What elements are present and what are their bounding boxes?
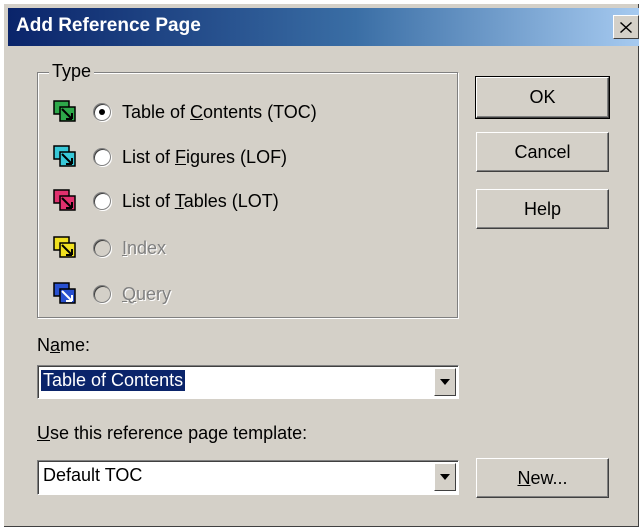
- name-dropdown-button[interactable]: [434, 368, 456, 396]
- name-combobox[interactable]: Table of Contents: [37, 365, 459, 399]
- radio-row-lof[interactable]: List of Figures (LOF): [53, 142, 287, 172]
- help-button[interactable]: Help: [476, 189, 609, 229]
- radio-label-query: Query: [122, 283, 172, 304]
- lot-icon: [53, 189, 76, 211]
- radio-index: [93, 239, 111, 257]
- lof-icon: [53, 145, 76, 167]
- close-icon: [620, 21, 632, 33]
- radio-query: [93, 285, 111, 303]
- close-button[interactable]: [613, 15, 639, 39]
- cancel-button[interactable]: Cancel: [476, 132, 609, 172]
- radio-label-lot: List of Tables (LOT): [122, 190, 279, 211]
- radio-row-query: Query: [53, 279, 171, 309]
- radio-row-lot[interactable]: List of Tables (LOT): [53, 186, 279, 216]
- query-icon: [53, 282, 76, 304]
- radio-row-index: Index: [53, 233, 166, 263]
- template-value[interactable]: Default TOC: [43, 465, 142, 486]
- title-bar: Add Reference Page: [8, 8, 639, 46]
- name-label: Name:: [37, 335, 91, 355]
- radio-toc[interactable]: [93, 103, 111, 121]
- template-dropdown-button[interactable]: [434, 463, 456, 491]
- radio-lof[interactable]: [93, 148, 111, 166]
- name-value[interactable]: Table of Contents: [41, 370, 186, 391]
- radio-label-index: Index: [122, 237, 167, 258]
- radio-label-lof: List of Figures (LOF): [122, 146, 288, 167]
- type-group-label: Type: [49, 61, 95, 82]
- window-title: Add Reference Page: [16, 15, 201, 36]
- new-button[interactable]: New...: [476, 458, 609, 498]
- index-icon: [53, 236, 76, 258]
- template-combobox[interactable]: Default TOC: [37, 460, 459, 495]
- toc-icon: [53, 100, 76, 122]
- ok-button[interactable]: OK: [475, 76, 610, 119]
- template-label: Use this reference page template:: [37, 423, 308, 443]
- radio-row-toc[interactable]: Table of Contents (TOC): [53, 97, 317, 127]
- radio-label-toc: Table of Contents (TOC): [122, 101, 317, 122]
- chevron-down-icon: [440, 474, 450, 480]
- chevron-down-icon: [440, 379, 450, 385]
- radio-lot[interactable]: [93, 192, 111, 210]
